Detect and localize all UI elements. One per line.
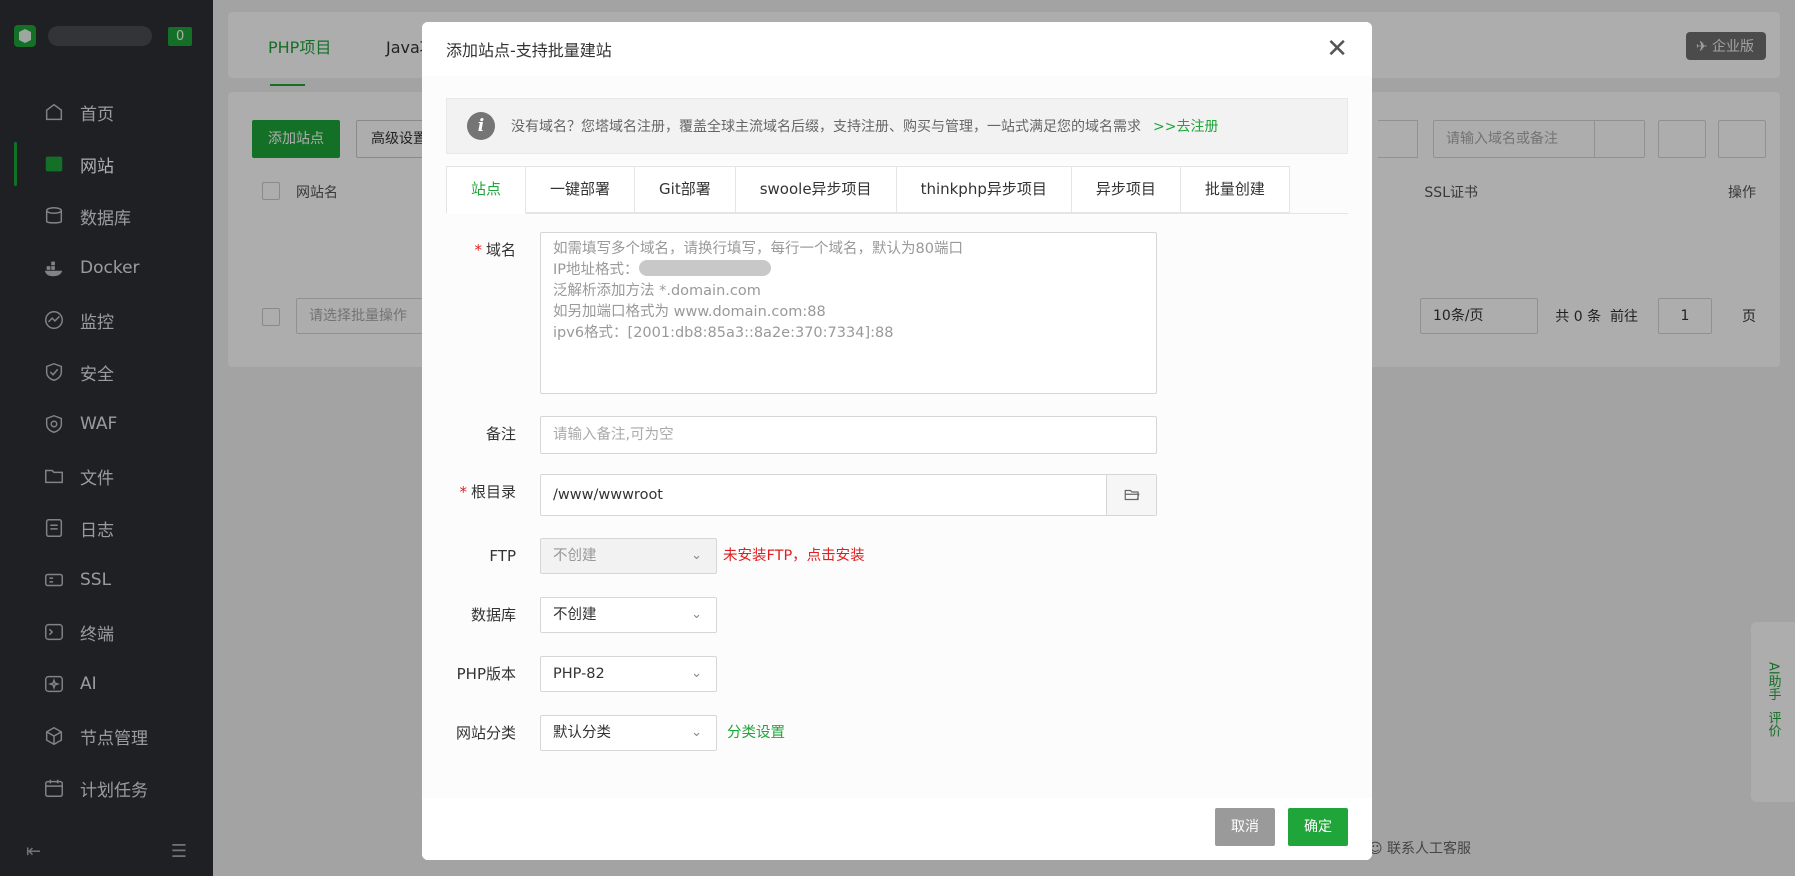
root-dir-input[interactable]: /www/wwwroot	[541, 475, 1106, 515]
ftp-select[interactable]: 不创建 ⌄	[540, 538, 717, 574]
php-version-label: PHP版本	[456, 665, 516, 683]
tab-swoole[interactable]: swoole异步项目	[735, 166, 897, 213]
confirm-button[interactable]: 确定	[1288, 808, 1348, 846]
domain-textarea[interactable]: 如需填写多个域名，请换行填写，每行一个域名，默认为80端口 IP地址格式： 泛解…	[540, 232, 1157, 394]
root-dir-field: /www/wwwroot	[540, 474, 1157, 516]
chevron-down-icon: ⌄	[691, 725, 702, 740]
ftp-row: FTP 不创建 ⌄ 未安装FTP，点击安装	[422, 538, 865, 574]
dialog-body: i 没有域名？您塔域名注册，覆盖全球主流域名后缀，支持注册、购买与管理，一站式满…	[422, 76, 1372, 798]
dialog-footer: 取消 确定	[422, 798, 1372, 860]
chevron-down-icon: ⌄	[691, 607, 702, 622]
root-dir-row: * 根目录 /www/wwwroot	[422, 474, 1157, 516]
tab-site[interactable]: 站点	[446, 166, 527, 214]
database-select[interactable]: 不创建 ⌄	[540, 597, 717, 633]
domain-hint-1: 如需填写多个域名，请换行填写，每行一个域名，默认为80端口	[553, 241, 963, 257]
register-link[interactable]: >>去注册	[1153, 116, 1218, 136]
database-label: 数据库	[470, 606, 516, 624]
tab-async-project[interactable]: 异步项目	[1071, 166, 1181, 213]
php-version-select[interactable]: PHP-82 ⌄	[540, 656, 717, 692]
category-select[interactable]: 默认分类 ⌄	[540, 715, 717, 751]
dialog-tabs: 站点 一键部署 Git部署 swoole异步项目 thinkphp异步项目 异步…	[446, 166, 1348, 214]
chevron-down-icon: ⌄	[691, 548, 702, 563]
tab-batch-create[interactable]: 批量创建	[1180, 166, 1290, 213]
remark-input[interactable]: 请输入备注,可为空	[540, 416, 1157, 454]
root-dir-label: * 根目录	[459, 483, 516, 501]
close-icon[interactable]: ✕	[1326, 36, 1348, 62]
redacted-ip	[638, 260, 771, 276]
domain-row: * 域名 如需填写多个域名，请换行填写，每行一个域名，默认为80端口 IP地址格式…	[422, 232, 1157, 394]
dialog-title: 添加站点-支持批量建站	[446, 41, 612, 60]
tab-one-click-deploy[interactable]: 一键部署	[526, 166, 636, 213]
php-version-row: PHP版本 PHP-82 ⌄	[422, 656, 717, 692]
folder-open-icon[interactable]	[1106, 475, 1156, 515]
category-row: 网站分类 默认分类 ⌄ 分类设置	[422, 715, 785, 751]
domain-notice: i 没有域名？您塔域名注册，覆盖全球主流域名后缀，支持注册、购买与管理，一站式满…	[446, 98, 1348, 154]
category-label: 网站分类	[455, 724, 516, 742]
domain-hint-3: 泛解析添加方法 *.domain.com	[553, 283, 761, 299]
database-row: 数据库 不创建 ⌄	[422, 597, 717, 633]
add-site-dialog: 添加站点-支持批量建站 ✕ i 没有域名？您塔域名注册，覆盖全球主流域名后缀，支…	[422, 22, 1372, 860]
remark-row: 备注 请输入备注,可为空	[422, 416, 1157, 454]
ftp-label: FTP	[489, 547, 516, 565]
domain-hint-4: 如另加端口格式为 www.domain.com:88	[553, 304, 826, 320]
domain-hint-2: IP地址格式：	[553, 260, 1144, 281]
notice-text: 没有域名？您塔域名注册，覆盖全球主流域名后缀，支持注册、购买与管理，一站式满足您…	[511, 119, 1141, 135]
dialog-header: 添加站点-支持批量建站 ✕	[422, 22, 1372, 76]
category-settings-link[interactable]: 分类设置	[727, 715, 785, 751]
cancel-button[interactable]: 取消	[1215, 808, 1275, 846]
info-icon: i	[467, 112, 495, 140]
tab-thinkphp[interactable]: thinkphp异步项目	[896, 166, 1072, 213]
domain-hint-5: ipv6格式：[2001:db8:85a3::8a2e:370:7334]:88	[553, 325, 894, 341]
domain-label: * 域名	[474, 241, 516, 259]
install-ftp-link[interactable]: 未安装FTP，点击安装	[723, 538, 865, 574]
chevron-down-icon: ⌄	[691, 666, 702, 681]
remark-label: 备注	[485, 425, 516, 443]
tab-git-deploy[interactable]: Git部署	[635, 166, 736, 213]
